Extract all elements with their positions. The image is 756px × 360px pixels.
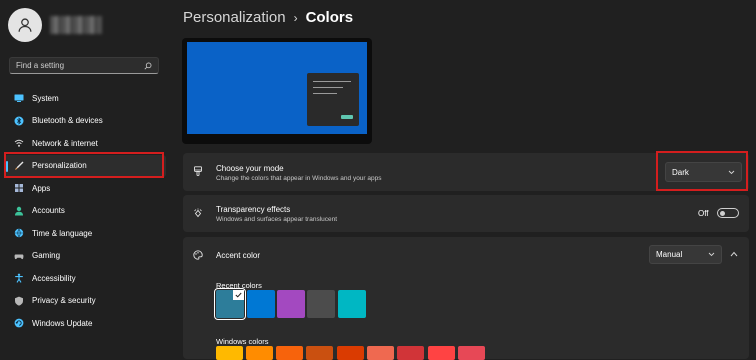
theme-preview xyxy=(182,38,372,144)
search-input[interactable] xyxy=(16,61,144,70)
sidebar-item-network[interactable]: Network & internet xyxy=(4,132,166,155)
breadcrumb: Personalization › Colors xyxy=(183,9,353,26)
accent-dropdown-value: Manual xyxy=(656,250,683,259)
sidebar-item-label: Personalization xyxy=(32,161,87,171)
transparency-subtitle: Windows and surfaces appear translucent xyxy=(216,216,338,223)
transparency-toggle[interactable] xyxy=(716,208,739,218)
sidebar-item-accounts[interactable]: Accounts xyxy=(4,200,166,223)
search-box[interactable] xyxy=(9,57,159,74)
sidebar-item-label: Apps xyxy=(32,183,51,193)
chevron-up-icon[interactable] xyxy=(730,251,738,257)
accent-dropdown[interactable]: Manual xyxy=(649,245,722,264)
windows-color-swatch[interactable] xyxy=(458,346,485,360)
controller-icon xyxy=(14,251,24,261)
recent-color-swatch[interactable] xyxy=(277,290,305,318)
toggle-knob xyxy=(719,210,725,216)
windows-color-swatch[interactable] xyxy=(306,346,333,360)
mode-dropdown[interactable]: Dark xyxy=(665,162,742,182)
windows-color-swatch[interactable] xyxy=(216,346,243,360)
palette-icon xyxy=(193,250,203,260)
recent-colors-label: Recent colors xyxy=(216,281,262,290)
search-icon[interactable] xyxy=(144,62,152,70)
mode-title: Choose your mode xyxy=(216,164,284,173)
sidebar: System Bluetooth & devices Network & int… xyxy=(0,0,172,359)
preview-line xyxy=(313,81,351,82)
recent-color-swatch[interactable] xyxy=(338,290,366,318)
sidebar-item-bluetooth[interactable]: Bluetooth & devices xyxy=(4,110,166,133)
windows-color-swatch[interactable] xyxy=(276,346,303,360)
person-icon xyxy=(14,206,24,216)
page-title: Colors xyxy=(305,9,354,26)
sidebar-item-apps[interactable]: Apps xyxy=(4,177,166,200)
sidebar-item-privacy-security[interactable]: Privacy & security xyxy=(4,290,166,313)
sidebar-item-label: Accessibility xyxy=(32,273,76,283)
transparency-title: Transparency effects xyxy=(216,205,291,214)
sidebar-item-system[interactable]: System xyxy=(4,87,166,110)
sidebar-item-windows-update[interactable]: Windows Update xyxy=(4,312,166,335)
transparency-icon xyxy=(194,208,202,218)
windows-color-swatch[interactable] xyxy=(337,346,364,360)
sidebar-item-personalization[interactable]: Personalization xyxy=(4,154,166,177)
sidebar-item-label: Windows Update xyxy=(32,318,93,328)
nav-list: System Bluetooth & devices Network & int… xyxy=(4,87,166,335)
recent-color-swatch[interactable] xyxy=(307,290,335,318)
sidebar-item-label: Gaming xyxy=(32,251,61,261)
user-icon xyxy=(18,18,32,32)
accessibility-icon xyxy=(14,273,24,283)
preview-window xyxy=(307,73,359,126)
avatar[interactable] xyxy=(8,8,42,42)
windows-color-swatch[interactable] xyxy=(246,346,273,360)
sidebar-item-accessibility[interactable]: Accessibility xyxy=(4,267,166,290)
sidebar-item-gaming[interactable]: Gaming xyxy=(4,245,166,268)
blurred-username xyxy=(50,16,102,34)
windows-color-swatch[interactable] xyxy=(428,346,455,360)
sidebar-item-label: Time & language xyxy=(32,228,93,238)
toggle-state-label: Off xyxy=(698,208,709,218)
breadcrumb-separator: › xyxy=(293,10,298,25)
preview-accent-button xyxy=(341,115,353,119)
sidebar-item-label: Accounts xyxy=(32,206,65,216)
sidebar-item-label: System xyxy=(32,93,59,103)
paint-icon xyxy=(194,166,202,176)
breadcrumb-parent[interactable]: Personalization xyxy=(183,9,286,26)
bluetooth-icon xyxy=(14,116,24,126)
choose-mode-card: Choose your mode Change the colors that … xyxy=(183,153,749,191)
sidebar-item-time-language[interactable]: Time & language xyxy=(4,222,166,245)
transparency-card: Transparency effects Windows and surface… xyxy=(183,195,749,232)
mode-subtitle: Change the colors that appear in Windows… xyxy=(216,175,382,182)
wifi-icon xyxy=(14,138,24,148)
windows-colors-label: Windows colors xyxy=(216,337,269,346)
monitor-icon xyxy=(14,93,24,103)
recent-color-swatch[interactable] xyxy=(247,290,275,318)
apps-icon xyxy=(14,183,24,193)
windows-color-swatch[interactable] xyxy=(367,346,394,360)
recent-color-swatch[interactable] xyxy=(214,288,246,320)
preview-line xyxy=(313,93,337,94)
mode-dropdown-value: Dark xyxy=(672,167,689,177)
preview-line xyxy=(313,87,343,88)
sidebar-item-label: Bluetooth & devices xyxy=(32,116,103,126)
windows-color-swatch[interactable] xyxy=(397,346,424,360)
update-icon xyxy=(14,318,24,328)
brush-icon xyxy=(14,161,24,171)
shield-icon xyxy=(14,296,24,306)
accent-title: Accent color xyxy=(216,251,261,260)
check-icon xyxy=(233,290,244,300)
chevron-down-icon xyxy=(708,252,715,257)
transparency-toggle-group: Off xyxy=(698,208,739,218)
sidebar-item-label: Network & internet xyxy=(32,138,98,148)
sidebar-item-label: Privacy & security xyxy=(32,296,96,306)
globe-clock-icon xyxy=(14,228,24,238)
chevron-down-icon xyxy=(728,170,735,174)
